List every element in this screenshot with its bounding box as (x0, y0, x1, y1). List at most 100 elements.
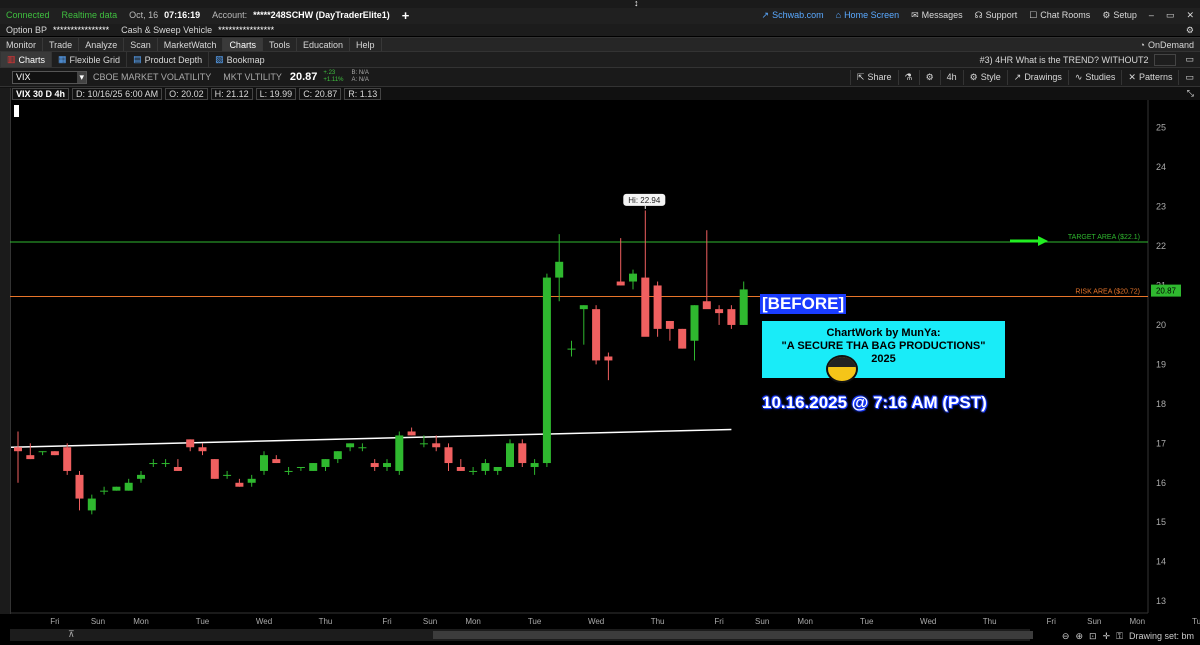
candle-body (112, 486, 121, 491)
candle-body (395, 435, 404, 471)
candle-body (739, 289, 748, 325)
support-link-2[interactable]: ☊ Support (969, 10, 1024, 21)
zoom-out-icon[interactable]: ⊖ (1062, 631, 1070, 642)
candle-body (419, 443, 428, 445)
candle-body (690, 305, 699, 341)
zoom-in-icon[interactable]: ⊕ (1075, 631, 1083, 642)
candle-body (235, 482, 244, 487)
x-tick-label: Wed (588, 617, 604, 626)
tab-monitor[interactable]: Monitor (0, 38, 44, 51)
subtab-bookmap[interactable]: ▧ Bookmap (208, 52, 271, 67)
price-chart[interactable]: 13141516171819202122232425FriSunMonTueWe… (0, 100, 1200, 629)
messages-link-2[interactable]: ✉ Messages (905, 10, 969, 21)
mail-icon: ✉ (911, 9, 919, 20)
home-screen-link-2[interactable]: ⌂ Home Screen (830, 10, 905, 20)
candle-body (149, 463, 158, 465)
grid-title[interactable]: #3) 4HR What is the TREND? WITHOUT2 (974, 55, 1155, 65)
candle-body (530, 463, 539, 467)
tab-charts[interactable]: Charts (223, 38, 263, 51)
cursor-marker: ↕ (634, 0, 639, 8)
cursor-box (14, 105, 19, 117)
target-arrow-head (1038, 236, 1048, 247)
chat-rooms-link-2[interactable]: ☐ Chat Rooms (1023, 10, 1096, 21)
tab-scan[interactable]: Scan (124, 38, 158, 51)
mascot-icon (826, 355, 858, 383)
target-label: TARGET AREA ($22.1) (1068, 234, 1140, 241)
x-tick-label: Sun (91, 617, 105, 626)
settings-button[interactable]: ⚙ (918, 69, 940, 85)
candle-body (518, 443, 527, 464)
tab-analyze[interactable]: Analyze (79, 38, 125, 51)
candle-body (137, 474, 145, 479)
sweep-value: **************** (218, 25, 275, 35)
candle-body (14, 447, 22, 452)
ohlc-low: L: 19.99 (255, 87, 297, 100)
x-tick-label: Fri (382, 617, 392, 626)
symbol-input[interactable]: VIX ▾ (12, 70, 87, 84)
x-tick-label: Tue (1192, 617, 1200, 626)
candle-body (75, 474, 84, 499)
candle-body (493, 466, 502, 471)
candle-body (173, 466, 182, 471)
candle-body (383, 463, 391, 467)
candle-body (198, 447, 207, 452)
account-name[interactable]: *****248SCHW (DayTraderElite1) (253, 10, 396, 20)
ondemand-button[interactable]: ◔ OnDemand (1134, 40, 1200, 50)
settings-gear-icon[interactable]: ⚙ (1180, 25, 1200, 36)
candle-body (247, 478, 256, 483)
cursor-icon[interactable]: ✛ (1103, 631, 1111, 642)
gear-icon: ⚙ (925, 71, 934, 82)
ohlc-open: O: 20.02 (165, 87, 208, 100)
candle-body (333, 451, 342, 460)
tab-education[interactable]: Education (297, 38, 350, 51)
candle-body (210, 459, 219, 479)
chart-icon: ▥ (7, 54, 16, 64)
tab-help[interactable]: Help (350, 38, 382, 51)
flask-button[interactable]: ⚗ (897, 69, 919, 85)
symbol-bar: VIX ▾ CBOE MARKET VOLATILITY MKT VLTILITY… (0, 68, 1200, 87)
collapse-icon[interactable]: ⤡ (1181, 88, 1200, 99)
add-tab-button[interactable]: + (396, 8, 416, 22)
time-scrollbar[interactable]: ⊼ (10, 629, 1033, 641)
subtab-flexible-grid[interactable]: ▦ Flexible Grid (51, 52, 126, 67)
lock-icon[interactable]: ⚿ (1116, 631, 1123, 642)
headset-icon: ☊ (974, 9, 983, 20)
drawings-button[interactable]: ↗ Drawings (1006, 69, 1068, 85)
drawing-set[interactable]: Drawing set: bm (1129, 631, 1194, 641)
patterns-button[interactable]: ✕ Patterns (1121, 69, 1178, 85)
subtab-product-depth[interactable]: ▤ Product Depth (126, 52, 208, 67)
ohlc-high: H: 21.12 (210, 87, 253, 100)
studies-button[interactable]: ∿ Studies (1067, 69, 1122, 85)
timeframe-button[interactable]: 4h (939, 69, 963, 85)
fit-icon[interactable]: ⊡ (1089, 631, 1097, 642)
maximize-button-2[interactable]: ▭ (1160, 10, 1181, 21)
tab-tools[interactable]: Tools (263, 38, 297, 51)
y-tick-label: 15 (1156, 517, 1166, 527)
symbol-exchange: MKT VLTILITY (223, 72, 282, 82)
candle-body (715, 309, 724, 314)
scroll-left-icon[interactable]: ⊼ (68, 629, 75, 640)
depth-icon: ▤ (133, 54, 142, 64)
x-tick-label: Tue (860, 617, 874, 626)
tab-marketwatch[interactable]: MarketWatch (158, 38, 224, 51)
candle-body (272, 459, 281, 464)
setup-link-2[interactable]: ⚙ Setup (1096, 10, 1143, 21)
candle-body (469, 470, 478, 472)
window-options-icon[interactable]: ▭ (1178, 69, 1200, 85)
minimize-button-2[interactable]: – (1143, 10, 1160, 20)
ondemand-icon: ◔ (1139, 39, 1145, 50)
y-tick-label: 19 (1156, 359, 1166, 369)
grid-menu-button[interactable] (1154, 53, 1177, 66)
candle-body (50, 451, 59, 456)
close-button-2[interactable]: ✕ (1180, 10, 1200, 21)
candle-body (432, 443, 441, 448)
grid-options-icon[interactable]: ▭ (1179, 54, 1200, 65)
x-tick-label: Thu (319, 617, 333, 626)
style-button[interactable]: ⚙ Style (962, 69, 1007, 85)
schwab-icon: ↗ (761, 9, 770, 20)
share-button[interactable]: ⇱ Share (849, 69, 898, 85)
scroll-thumb[interactable] (433, 631, 1033, 639)
subtab-charts[interactable]: ▥ Charts (0, 52, 52, 67)
tab-trade[interactable]: Trade (43, 38, 80, 51)
schwab-link-2[interactable]: ↗ Schwab.com (756, 10, 830, 21)
